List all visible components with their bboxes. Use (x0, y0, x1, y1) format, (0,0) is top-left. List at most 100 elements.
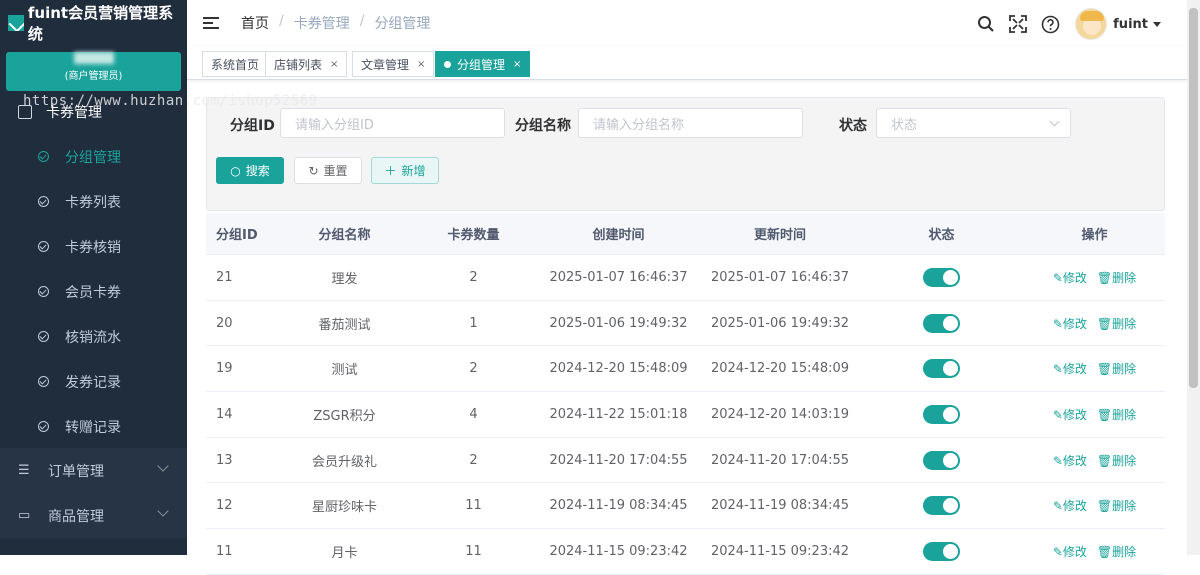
monitor-icon: ▭ (18, 508, 31, 523)
breadcrumb-home[interactable]: 首页 (241, 13, 269, 33)
status-switch[interactable] (923, 404, 960, 424)
status-select[interactable]: 状态 (876, 108, 1071, 138)
col-header: 分组名称 (318, 228, 371, 243)
close-icon[interactable]: × (330, 59, 338, 70)
delete-button[interactable]: 🗑删除 (1097, 271, 1136, 285)
tab-stores[interactable]: 店铺列表 × (265, 51, 348, 77)
cell-id: 11 (216, 543, 233, 559)
col-header: 卡券数量 (447, 228, 500, 243)
delete-button[interactable]: 🗑删除 (1097, 545, 1136, 559)
group-id-input[interactable]: 请输入分组ID (280, 108, 505, 138)
cell-status (859, 496, 1024, 516)
edit-button[interactable]: ✎修改 (1053, 362, 1087, 376)
cell-status (859, 541, 1024, 561)
close-icon[interactable]: × (417, 59, 425, 70)
edit-button[interactable]: ✎修改 (1053, 271, 1087, 285)
table-row: 14 ZSGR积分 4 2024-11-22 15:01:18 2024-12-20 1… (206, 392, 1165, 438)
active-dot-icon (444, 60, 451, 68)
edit-label: 修改 (1062, 270, 1087, 285)
edit-button[interactable]: ✎修改 (1053, 317, 1087, 331)
blurred-username (73, 52, 114, 64)
table-row: 20 番茄测试 1 2025-01-06 19:49:32 2025-01-06 19:… (206, 301, 1165, 347)
sidebar-item[interactable]: 转赠记录 (0, 404, 187, 449)
cell-name: 星厨珍味卡 (311, 500, 377, 516)
delete-button[interactable]: 🗑删除 (1097, 408, 1136, 422)
status-switch[interactable] (923, 359, 960, 379)
breadcrumb-sep: / (279, 13, 284, 29)
sidebar-item-label: 会员卡券 (65, 284, 121, 301)
reset-button[interactable]: ↻ 重置 (294, 157, 362, 184)
delete-label: 删除 (1112, 453, 1137, 468)
cell-count: 11 (465, 498, 482, 514)
close-icon[interactable]: × (513, 59, 521, 70)
username[interactable]: fuint (1113, 17, 1148, 32)
plus-icon: ＋ (384, 164, 397, 178)
placeholder: 请输入分组名称 (593, 117, 685, 133)
button-label: 搜索 (245, 164, 270, 178)
group-name-input[interactable]: 请输入分组名称 (578, 108, 803, 138)
caret-down-icon[interactable] (1153, 21, 1161, 27)
cell-actions: ✎修改 🗑删除 (1024, 543, 1165, 560)
cell-status (859, 313, 1024, 333)
sidebar-item[interactable]: 分组管理 (0, 134, 187, 179)
status-switch[interactable] (923, 313, 960, 333)
sidebar-toggle-icon[interactable] (203, 16, 219, 30)
delete-button[interactable]: 🗑删除 (1097, 317, 1136, 331)
circle-check-icon (38, 196, 49, 207)
table-row: 11 月卡 11 2024-11-15 09:23:42 2024-11-15 09:2… (206, 529, 1165, 575)
cell-count: 2 (469, 269, 478, 285)
status-switch[interactable] (923, 267, 960, 287)
cell-name: ZSGR积分 (313, 408, 376, 424)
delete-label: 删除 (1112, 544, 1137, 559)
tab-label: 分组管理 (457, 57, 506, 72)
sidebar-item[interactable]: 卡券核销 (0, 224, 187, 269)
sidebar-item[interactable]: 核销流水 (0, 314, 187, 359)
cell-id: 13 (216, 452, 233, 468)
cell-updated: 2025-01-06 19:49:32 (710, 315, 850, 331)
status-switch[interactable] (923, 450, 960, 470)
delete-button[interactable]: 🗑删除 (1097, 362, 1136, 376)
cell-id: 14 (216, 406, 233, 422)
cell-actions: ✎修改 🗑删除 (1024, 269, 1165, 286)
scrollbar-thumb[interactable] (1189, 8, 1198, 388)
sidebar-item[interactable]: 会员卡券 (0, 269, 187, 314)
cell-count: 11 (465, 543, 482, 559)
page-scrollbar[interactable] (1187, 0, 1200, 555)
placeholder: 请输入分组ID (295, 117, 374, 133)
delete-button[interactable]: 🗑删除 (1097, 499, 1136, 513)
search-button[interactable]: ○ 搜索 (216, 157, 284, 184)
circle-check-icon (38, 241, 49, 252)
edit-button[interactable]: ✎修改 (1053, 408, 1087, 422)
edit-button[interactable]: ✎修改 (1053, 454, 1087, 468)
cell-created: 2024-11-20 17:04:55 (549, 452, 688, 468)
col-header: 更新时间 (753, 228, 806, 243)
sidebar-item-label: 卡券列表 (65, 194, 121, 211)
search-icon[interactable] (975, 13, 997, 35)
avatar[interactable] (1075, 8, 1108, 40)
menu-orders[interactable]: ☰ 订单管理 (0, 448, 187, 493)
search-icon: ○ (230, 163, 241, 178)
status-switch[interactable] (923, 496, 960, 516)
fullscreen-icon[interactable] (1007, 13, 1029, 35)
menu-label: 订单管理 (48, 463, 104, 480)
app-logo[interactable]: fuint会员营销管理系统 (0, 0, 187, 46)
tab-label: 文章管理 (361, 57, 410, 72)
help-icon[interactable] (1039, 13, 1061, 35)
menu-goods[interactable]: ▭ 商品管理 (0, 493, 187, 538)
delete-label: 删除 (1112, 316, 1137, 331)
edit-button[interactable]: ✎修改 (1053, 545, 1087, 559)
add-button[interactable]: ＋ 新增 (371, 157, 439, 184)
circle-check-icon (38, 286, 49, 297)
filter-form: 分组ID 请输入分组ID 分组名称 请输入分组名称 状态 状态 ○ 搜索 ↻ 重… (206, 97, 1165, 211)
edit-button[interactable]: ✎修改 (1053, 499, 1087, 513)
sidebar-item[interactable]: 卡券列表 (0, 179, 187, 224)
tab-articles[interactable]: 文章管理 × (352, 51, 435, 77)
tab-home[interactable]: 系统首页 (202, 51, 269, 77)
cell-status (859, 267, 1024, 287)
delete-button[interactable]: 🗑删除 (1097, 454, 1136, 468)
tab-groups[interactable]: 分组管理 × (435, 51, 531, 77)
cell-status (859, 359, 1024, 379)
status-switch[interactable] (923, 541, 960, 561)
sidebar-item[interactable]: 发券记录 (0, 359, 187, 404)
breadcrumb-coupon: 卡券管理 (293, 16, 350, 32)
